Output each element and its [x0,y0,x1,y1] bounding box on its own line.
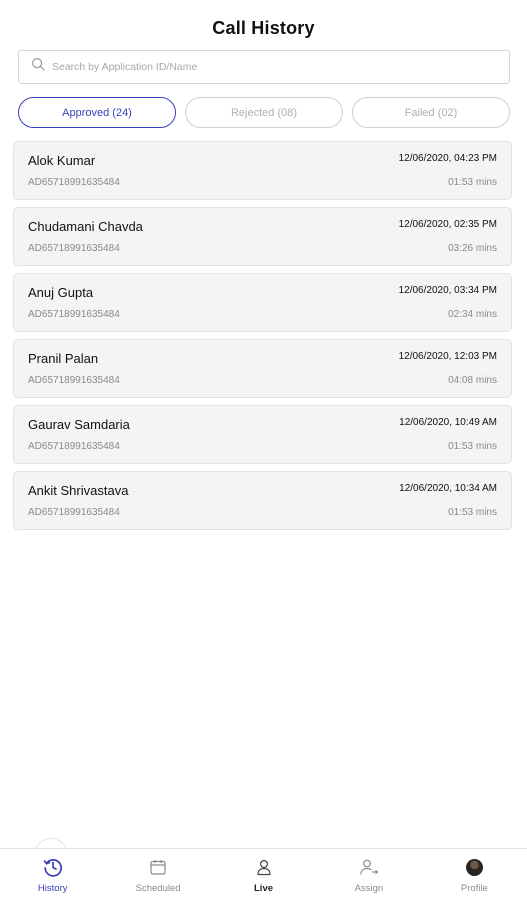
call-card[interactable]: Alok Kumar 12/06/2020, 04:23 PM AD657189… [13,141,512,200]
call-list: Alok Kumar 12/06/2020, 04:23 PM AD657189… [13,141,512,537]
nav-label: Scheduled [135,883,181,894]
call-datetime: 12/06/2020, 02:35 PM [398,219,497,230]
call-datetime: 12/06/2020, 10:34 AM [399,483,497,494]
caller-name: Pranil Palan [28,351,99,366]
search-icon [31,57,46,77]
call-duration: 02:34 mins [448,309,497,320]
call-datetime: 12/06/2020, 10:49 AM [399,417,497,428]
call-datetime: 12/06/2020, 03:34 PM [398,285,497,296]
caller-name: Chudamani Chavda [28,219,143,234]
person-icon [255,857,273,877]
nav-profile[interactable]: Profile [422,849,527,900]
bottom-navigation: History Scheduled Live Assign Profile [0,848,527,900]
nav-label: Live [254,883,274,894]
application-id: AD65718991635484 [28,177,120,188]
history-icon [42,857,64,877]
call-datetime: 12/06/2020, 04:23 PM [398,153,497,164]
status-tabs: Approved (24) Rejected (08) Failed (02) [18,97,510,129]
tab-approved[interactable]: Approved (24) [18,97,176,128]
caller-name: Gaurav Samdaria [28,417,130,432]
application-id: AD65718991635484 [28,507,120,518]
call-card[interactable]: Ankit Shrivastava 12/06/2020, 10:34 AM A… [13,471,512,530]
nav-label: Assign [354,883,384,894]
call-card[interactable]: Pranil Palan 12/06/2020, 12:03 PM AD6571… [13,339,512,398]
nav-label: History [37,883,68,894]
nav-live[interactable]: Live [211,849,316,900]
nav-label: Profile [460,883,488,894]
assign-user-icon [359,857,379,877]
caller-name: Anuj Gupta [28,285,94,300]
calendar-icon [149,857,167,877]
application-id: AD65718991635484 [28,243,120,254]
nav-assign[interactable]: Assign [316,849,421,900]
call-duration: 01:53 mins [448,177,497,188]
call-card[interactable]: Chudamani Chavda 12/06/2020, 02:35 PM AD… [13,207,512,266]
call-card[interactable]: Anuj Gupta 12/06/2020, 03:34 PM AD657189… [13,273,512,332]
caller-name: Ankit Shrivastava [28,483,129,498]
call-duration: 01:53 mins [448,441,497,452]
tab-rejected[interactable]: Rejected (08) [185,97,343,128]
application-id: AD65718991635484 [28,309,120,320]
avatar [465,857,483,877]
call-datetime: 12/06/2020, 12:03 PM [398,351,497,362]
app-header: Call History [0,0,527,50]
call-duration: 01:53 mins [448,507,497,518]
search-input[interactable] [52,61,492,73]
tab-failed[interactable]: Failed (02) [352,97,510,128]
search-bar[interactable] [18,50,510,84]
call-card[interactable]: Gaurav Samdaria 12/06/2020, 10:49 AM AD6… [13,405,512,464]
nav-scheduled[interactable]: Scheduled [105,849,210,900]
page-title: Call History [212,17,315,38]
application-id: AD65718991635484 [28,375,120,386]
application-id: AD65718991635484 [28,441,120,452]
call-duration: 03:26 mins [448,243,497,254]
caller-name: Alok Kumar [28,153,96,168]
nav-history[interactable]: History [0,849,105,900]
call-duration: 04:08 mins [448,375,497,386]
